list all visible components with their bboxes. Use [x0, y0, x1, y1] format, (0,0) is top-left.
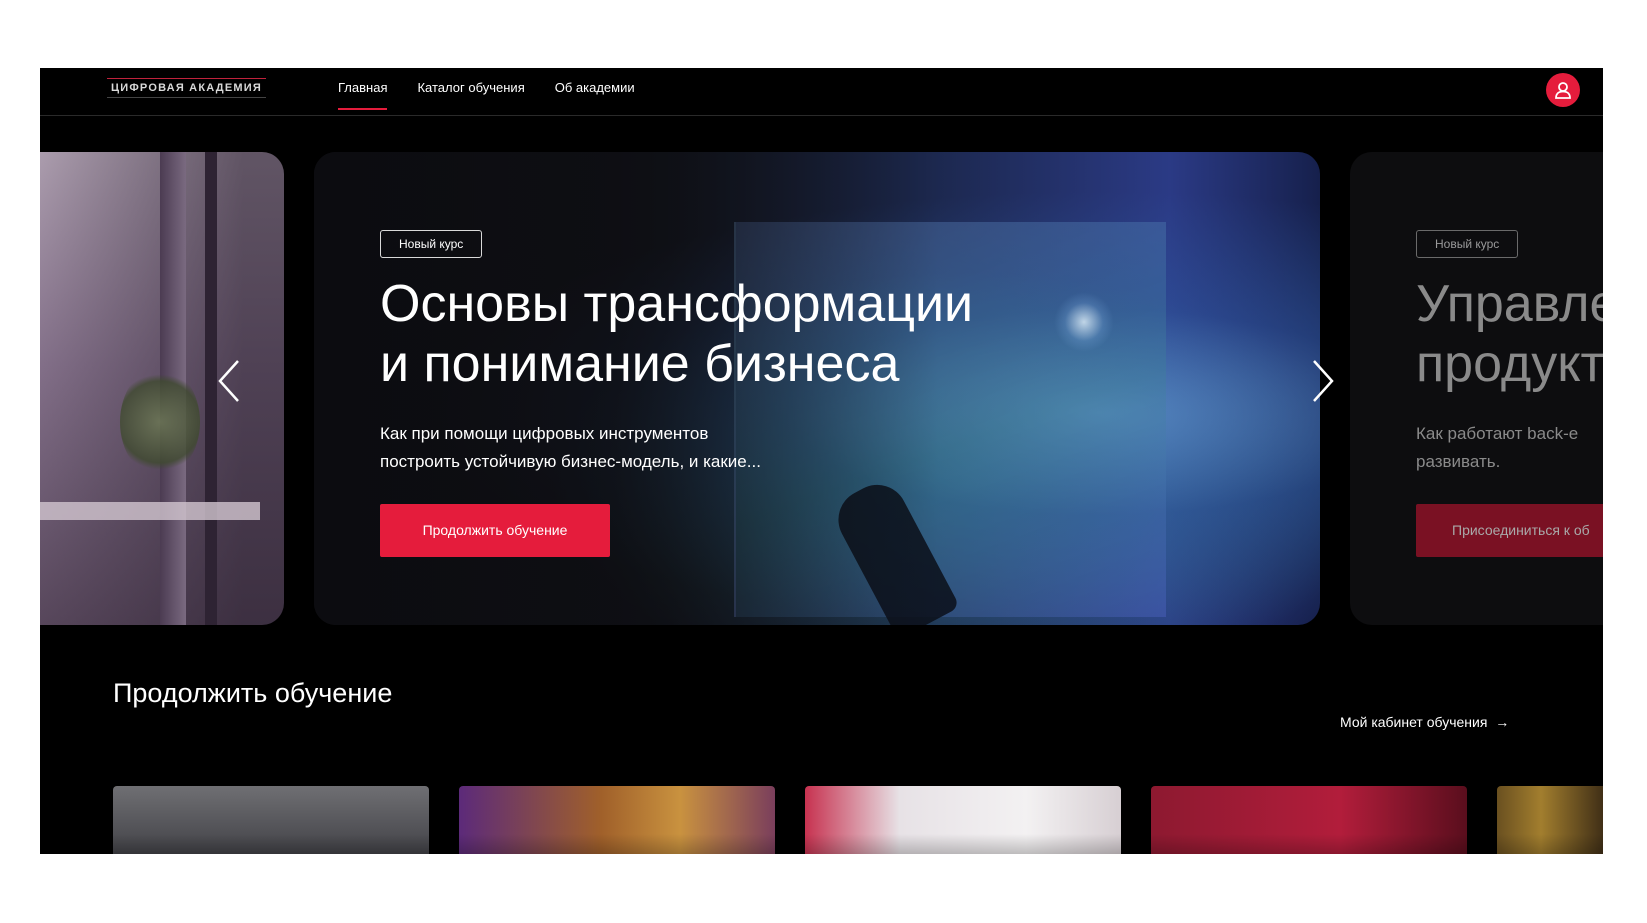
chevron-left-icon — [218, 360, 239, 402]
slide-title: Основы трансформации и понимание бизнеса — [380, 274, 1020, 394]
course-card[interactable] — [1151, 786, 1467, 854]
my-learning-cabinet-link[interactable]: Мой кабинет обучения → — [1340, 714, 1509, 730]
arrow-right-icon: → — [1491, 714, 1510, 730]
slide-title-line: Управле — [1416, 275, 1603, 333]
user-icon — [1555, 82, 1571, 99]
course-card[interactable] — [459, 786, 775, 854]
nav-item-about[interactable]: Об академии — [555, 68, 635, 110]
slide-content: Новый курс Основы трансформации и понима… — [380, 230, 1020, 557]
chevron-right-icon — [1313, 360, 1334, 402]
carousel-slide-next[interactable]: Новый курс Управле продукт Как работают … — [1350, 152, 1603, 625]
app-screen: ЦИФРОВАЯ АКАДЕМИЯ Главная Каталог обучен… — [40, 68, 1603, 854]
card-image-overlay — [459, 786, 775, 854]
carousel-next-button[interactable] — [1306, 358, 1340, 404]
main-nav: Главная Каталог обучения Об академии — [338, 68, 635, 115]
slide-title-line: продукт — [1416, 335, 1603, 393]
card-image-overlay — [113, 786, 429, 854]
slide-description-line: Как работают back-e — [1416, 424, 1579, 443]
new-course-badge: Новый курс — [380, 230, 483, 258]
nav-item-catalog[interactable]: Каталог обучения — [417, 68, 524, 110]
slide-title-line: и понимание бизнеса — [380, 335, 900, 393]
continue-learning-heading: Продолжить обучение — [113, 678, 393, 708]
course-card[interactable] — [113, 786, 429, 854]
continue-learning-button[interactable]: Продолжить обучение — [380, 504, 610, 557]
join-course-button[interactable]: Присоединиться к об — [1416, 504, 1603, 557]
top-navigation-bar: ЦИФРОВАЯ АКАДЕМИЯ Главная Каталог обучен… — [40, 68, 1603, 116]
card-image-overlay — [1497, 786, 1603, 854]
nav-item-home[interactable]: Главная — [338, 68, 388, 110]
slide-image-detail — [40, 502, 260, 520]
carousel-slide-previous[interactable] — [40, 152, 284, 625]
my-learning-cabinet-label: Мой кабинет обучения — [1340, 714, 1488, 730]
carousel-slide-current: Новый курс Основы трансформации и понима… — [314, 152, 1320, 625]
slide-description: Как работают back-e развивать. — [1416, 420, 1603, 476]
slide-description-line: Как при помощи цифровых инструментов — [380, 424, 709, 443]
slide-content: Новый курс Управле продукт Как работают … — [1416, 230, 1603, 557]
slide-title-line: Основы трансформации — [380, 275, 974, 333]
card-image-overlay — [805, 786, 1121, 854]
new-course-badge: Новый курс — [1416, 230, 1519, 258]
course-card[interactable] — [805, 786, 1121, 854]
slide-description-line: построить устойчивую бизнес-модель, и ка… — [380, 452, 761, 471]
course-card[interactable] — [1497, 786, 1603, 854]
academy-logo[interactable]: ЦИФРОВАЯ АКАДЕМИЯ — [107, 78, 266, 98]
profile-button[interactable] — [1546, 73, 1580, 107]
plant-image-detail — [120, 367, 200, 477]
slide-description-line: развивать. — [1416, 452, 1501, 471]
card-image-overlay — [1151, 786, 1467, 854]
slide-description: Как при помощи цифровых инструментов пос… — [380, 420, 820, 476]
carousel-prev-button[interactable] — [212, 358, 246, 404]
course-cards-row — [113, 786, 1603, 854]
slide-title: Управле продукт — [1416, 274, 1603, 394]
